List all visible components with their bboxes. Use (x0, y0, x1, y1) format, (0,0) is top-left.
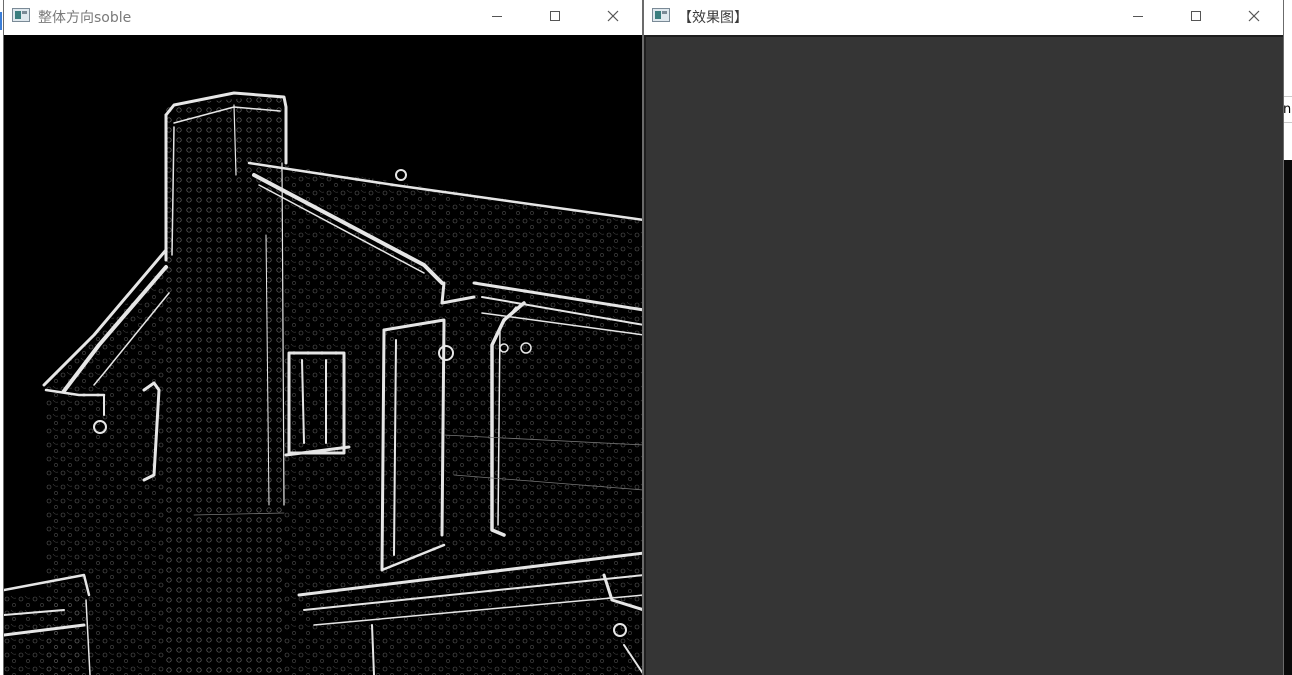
maximize-icon (550, 11, 560, 21)
effect-image-canvas (644, 35, 1283, 675)
sobel-image-canvas (4, 35, 642, 675)
minimize-icon (492, 15, 502, 17)
background-window-divider (1283, 96, 1292, 97)
background-window-text: n( (1283, 102, 1292, 117)
maximize-icon (1191, 11, 1201, 21)
close-icon (1248, 10, 1260, 22)
background-window-console (1283, 160, 1292, 675)
sobel-window[interactable]: 整体方向soble (3, 0, 643, 675)
background-window[interactable]: n( (1283, 0, 1292, 675)
maximize-button[interactable] (526, 0, 584, 32)
effect-window[interactable]: 【效果图】 (643, 0, 1284, 675)
minimize-button[interactable] (468, 0, 526, 32)
window-title: 【效果图】 (678, 10, 748, 26)
desktop: n( 整体方向soble (0, 0, 1292, 675)
sobel-window-titlebar[interactable]: 整体方向soble (4, 0, 642, 34)
opencv-window-icon[interactable] (12, 8, 30, 22)
opencv-window-icon[interactable] (652, 8, 670, 22)
maximize-button[interactable] (1167, 0, 1225, 32)
close-icon (607, 10, 619, 22)
window-title: 整体方向soble (38, 10, 132, 26)
sobel-edge-image (4, 91, 642, 675)
close-button[interactable] (1225, 0, 1283, 32)
close-button[interactable] (584, 0, 642, 32)
minimize-icon (1133, 15, 1143, 17)
effect-window-titlebar[interactable]: 【效果图】 (644, 0, 1283, 34)
minimize-button[interactable] (1109, 0, 1167, 32)
background-window-divider (1283, 122, 1292, 123)
background-window-edge (0, 12, 2, 30)
